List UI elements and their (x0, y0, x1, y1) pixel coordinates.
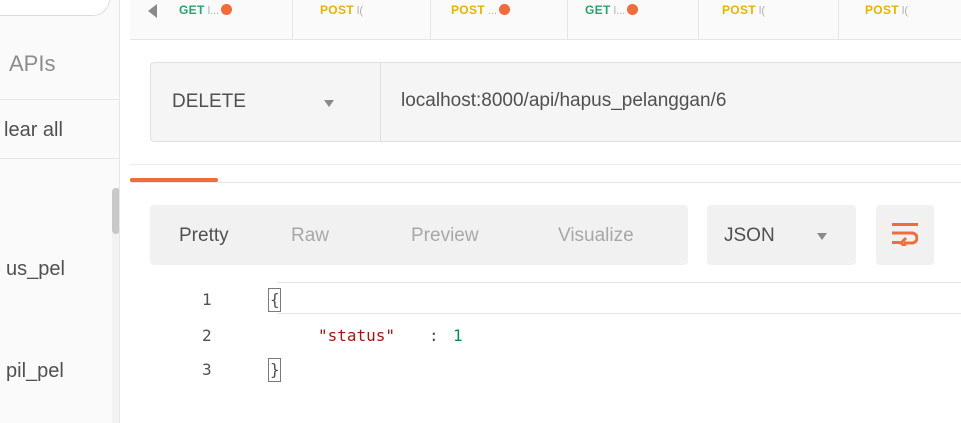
sidebar-search-input[interactable] (0, 0, 110, 16)
tab-separator (838, 0, 839, 40)
json-key-status: "status" (318, 326, 396, 345)
response-body-editor[interactable]: 1 2 3 { "status" : 1 } (150, 282, 961, 423)
response-view-toolbar: Pretty Raw Preview Visualize (150, 205, 688, 265)
chevron-down-icon (324, 100, 334, 107)
request-bar: DELETE localhost:8000/api/hapus_pelangga… (150, 62, 961, 142)
line-number: 3 (202, 360, 212, 379)
view-pretty-button[interactable]: Pretty (179, 225, 229, 247)
request-tab[interactable]: POST l( (320, 0, 363, 24)
current-line-highlight (278, 282, 961, 314)
request-tab-name: l... (207, 5, 220, 17)
view-visualize-button[interactable]: Visualize (558, 225, 634, 247)
tab-separator (698, 0, 699, 40)
request-tab[interactable]: GET l... (179, 0, 233, 24)
url-input[interactable]: localhost:8000/api/hapus_pelanggan/6 (401, 90, 726, 112)
sidebar-tab-apis[interactable]: APIs (0, 40, 119, 98)
request-tab-method: POST (451, 3, 485, 17)
format-select[interactable]: JSON (707, 205, 856, 265)
wrap-lines-icon (892, 223, 918, 246)
request-tab-name: ... (487, 5, 498, 17)
request-tab[interactable]: POST l( (865, 0, 908, 24)
view-preview-button[interactable]: Preview (411, 225, 479, 247)
sidebar-scrollbar-thumb[interactable] (112, 188, 119, 234)
request-tab-method: GET (179, 3, 205, 17)
view-raw-button[interactable]: Raw (291, 225, 329, 247)
unsaved-dot-icon (499, 4, 511, 15)
response-tabs-divider (130, 182, 961, 183)
method-select-value: DELETE (172, 91, 246, 112)
tab-separator (567, 0, 568, 40)
clear-all-button[interactable]: lear all (0, 99, 119, 159)
json-colon: : (429, 326, 439, 345)
request-tab-method: POST (320, 3, 354, 17)
request-tab[interactable]: GET l... (585, 0, 639, 24)
unsaved-dot-icon (221, 4, 233, 15)
tab-separator (292, 0, 293, 40)
request-tab-name: l... (613, 5, 626, 17)
section-divider (130, 164, 961, 165)
method-select[interactable]: DELETE (151, 63, 381, 141)
request-tab[interactable]: POST l( (722, 0, 765, 24)
request-tabs-bar: GET l... POST l(POST... GET l... POST l(POST l( (130, 0, 961, 40)
format-select-value: JSON (724, 225, 775, 246)
request-tab[interactable]: POST... (451, 0, 511, 24)
chevron-down-icon (817, 233, 827, 240)
sidebar-item-hapus-pelanggan[interactable]: us_pel (6, 258, 118, 281)
scroll-tabs-left-icon[interactable] (148, 4, 157, 18)
request-tab-method: POST (865, 3, 899, 17)
unsaved-dot-icon (627, 4, 639, 15)
wrap-lines-button[interactable] (876, 205, 934, 265)
request-tab-name: l( (901, 5, 908, 17)
line-number: 1 (202, 290, 212, 309)
json-value-status: 1 (453, 326, 463, 345)
json-open-brace: { (270, 290, 280, 309)
request-tab-name: l( (356, 5, 363, 17)
sidebar: APIs lear all us_pel pil_pel (0, 0, 120, 423)
request-tab-method: GET (585, 3, 611, 17)
line-number: 2 (202, 326, 212, 345)
request-tab-name: l( (758, 5, 765, 17)
tab-separator (430, 0, 431, 40)
request-tab-method: POST (722, 3, 756, 17)
sidebar-item-tampil-pelanggan[interactable]: pil_pel (6, 360, 118, 383)
json-close-brace: } (270, 360, 280, 379)
